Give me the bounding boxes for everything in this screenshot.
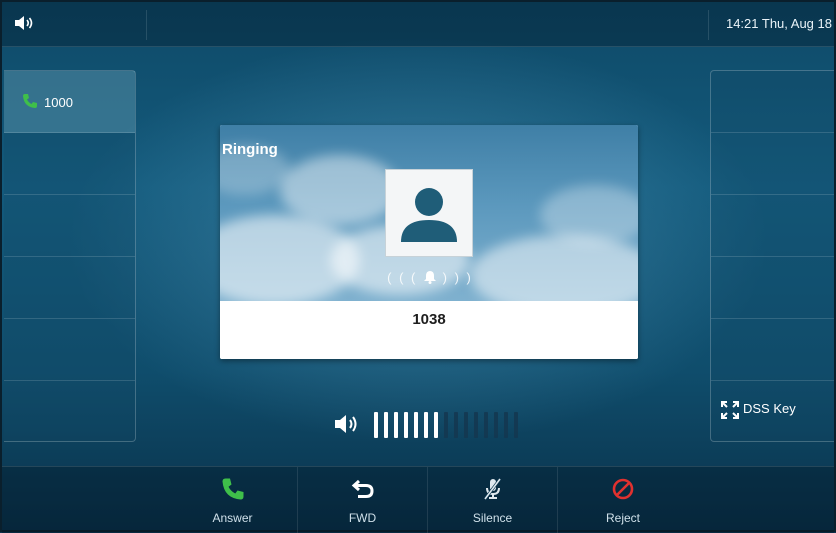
caller-avatar [385,169,473,257]
speaker-icon [334,414,362,439]
volume-tick [474,412,478,438]
call-state-label: Ringing [222,141,278,158]
forward-label: FWD [348,511,377,525]
bell-icon [424,271,436,284]
phone-icon [22,93,38,114]
line-key-empty[interactable] [4,133,135,195]
forward-button[interactable]: FWD [298,467,428,533]
status-bar: 14:21 Thu, Aug 18 [2,2,834,47]
dss-key-empty[interactable] [711,319,834,381]
volume-tick [504,412,508,438]
dss-key-empty[interactable] [711,133,834,195]
phone-answer-icon [221,477,245,506]
silence-button[interactable]: Silence [428,467,558,533]
silence-label: Silence [472,511,513,525]
volume-bar[interactable] [334,410,534,440]
softkey-bar: Answer FWD Silence Reject [2,466,834,533]
dss-key-empty[interactable] [711,195,834,257]
ring-wave-right: ) ) ) [442,270,473,285]
volume-tick [484,412,488,438]
line-key-empty[interactable] [4,195,135,257]
incoming-call-card: Ringing ( ( ( ) ) ) 1038 [220,125,638,359]
clock: 14:21 Thu, Aug 18 [725,16,832,31]
line-key-1000[interactable]: 1000 [4,71,135,133]
volume-tick [394,412,398,438]
ringing-indicator: ( ( ( ) ) ) [370,270,490,285]
caller-number: 1038 [412,311,446,328]
answer-label: Answer [212,511,253,525]
speaker-icon[interactable] [14,15,36,36]
dss-key-panel: DSS Key [710,70,834,442]
dss-key-empty[interactable] [711,71,834,133]
volume-tick [444,412,448,438]
status-divider [146,10,147,40]
dss-key-label: DSS Key [743,401,796,416]
reject-icon [611,477,635,506]
line-key-label: 1000 [44,95,73,110]
caller-number-area: 1038 [220,301,638,359]
volume-tick [384,412,388,438]
line-key-empty[interactable] [4,257,135,319]
volume-tick [514,412,518,438]
forward-icon [351,477,375,506]
line-key-panel: 1000 [4,70,136,442]
dss-key-toggle[interactable]: DSS Key [711,381,834,443]
volume-tick [374,412,378,438]
expand-icon [721,401,739,424]
answer-button[interactable]: Answer [168,467,298,533]
status-divider [708,10,709,40]
volume-tick [464,412,468,438]
dss-key-empty[interactable] [711,257,834,319]
reject-button[interactable]: Reject [558,467,688,533]
person-icon [401,188,457,242]
mic-mute-icon [481,477,505,506]
line-key-empty[interactable] [4,381,135,443]
volume-tick [454,412,458,438]
line-key-empty[interactable] [4,319,135,381]
reject-label: Reject [605,511,640,525]
volume-tick [434,412,438,438]
volume-tick [404,412,408,438]
volume-tick [414,412,418,438]
volume-tick [494,412,498,438]
volume-tick [424,412,428,438]
phone-screen: 14:21 Thu, Aug 18 1000 DSS Key Ringing (… [0,0,836,533]
ring-wave-left: ( ( ( [387,270,418,285]
